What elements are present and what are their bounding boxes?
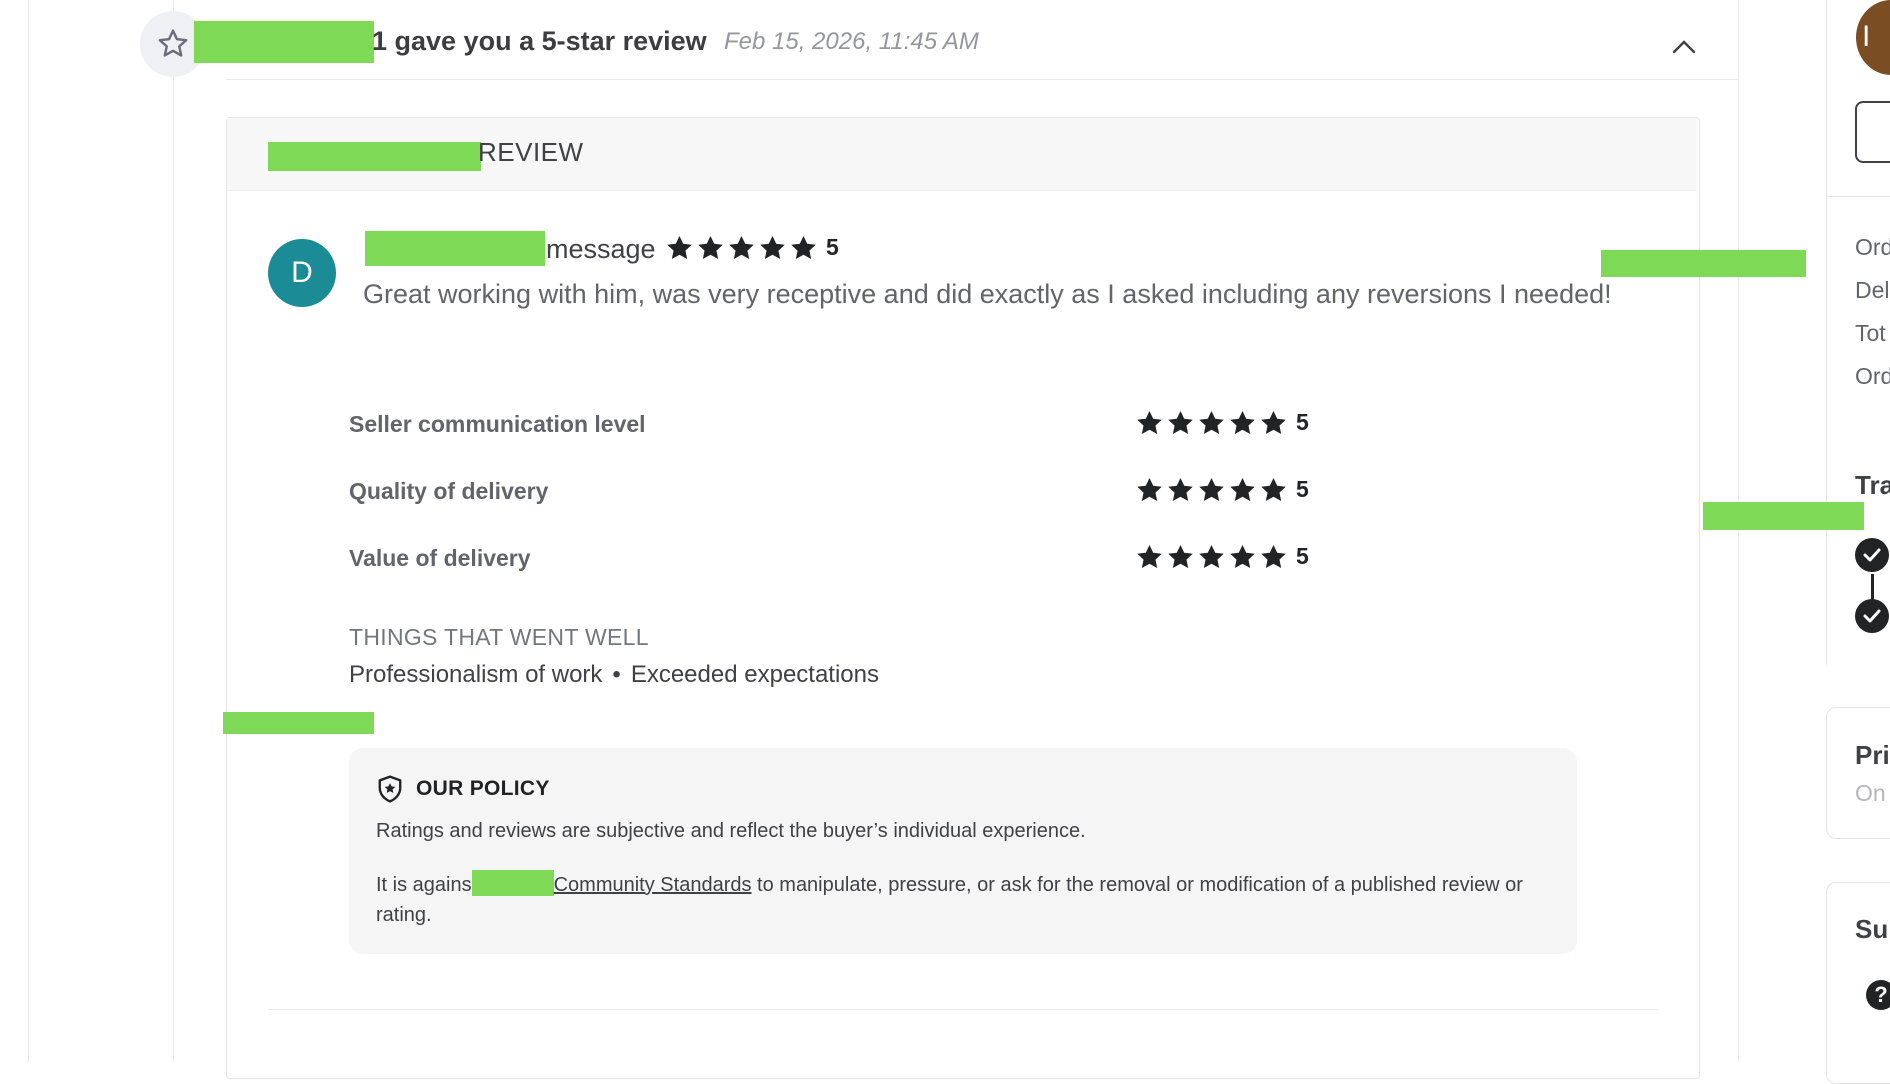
- check-icon: [1855, 599, 1889, 633]
- sidebar-row: Ord: [1855, 363, 1890, 389]
- support-heading: Sup: [1855, 914, 1890, 944]
- went-well-item: Exceeded expectations: [630, 661, 879, 688]
- star-icon: [666, 235, 693, 261]
- seller-avatar: I: [1856, 0, 1890, 75]
- bottom-divider: [268, 1009, 1658, 1010]
- star-icon: [1260, 477, 1287, 503]
- star-icon: [697, 235, 724, 261]
- policy-paragraph-2: It is agains Community Standards to manip…: [376, 870, 1556, 930]
- reviewer-avatar: D: [268, 239, 336, 307]
- reviewer-name: message: [546, 234, 656, 264]
- redacted-label: [223, 712, 374, 734]
- rating-stars-value: 5: [1136, 543, 1309, 570]
- went-well-title: THINGS THAT WENT WELL: [349, 624, 649, 650]
- rating-stars-quality: 5: [1136, 476, 1309, 503]
- rating-stars-communication: 5: [1136, 409, 1309, 436]
- redacted-reviewer-name: [365, 231, 545, 266]
- went-well-item: Professionalism of work: [349, 661, 603, 688]
- star-icon: [1167, 410, 1194, 436]
- star-icon: [1136, 544, 1163, 570]
- sidebar-row: Ord: [1855, 234, 1890, 260]
- policy-title: OUR POLICY: [416, 777, 550, 800]
- redacted-track-label: [1703, 502, 1864, 530]
- star-icon: [1229, 544, 1256, 570]
- policy-paragraph-1: Ratings and reviews are subjective and r…: [376, 820, 1086, 842]
- privacy-heading: Pri: [1855, 740, 1890, 770]
- star-icon: [1260, 544, 1287, 570]
- help-icon[interactable]: ?: [1866, 980, 1890, 1010]
- went-well-items: Professionalism of work • Exceeded expecta…: [349, 661, 879, 689]
- redacted-sidebar-info: [1601, 250, 1806, 277]
- star-icon: [1198, 477, 1225, 503]
- policy-text: It is agains: [376, 874, 472, 896]
- notification-title: 1 gave you a 5-star review: [372, 26, 707, 56]
- privacy-card: [1826, 707, 1890, 839]
- redacted-brand: [471, 870, 554, 896]
- header-divider: [226, 79, 1738, 80]
- content-right-border: [1738, 0, 1739, 1062]
- page-left-border: [28, 0, 29, 1062]
- rating-number: 5: [1296, 409, 1309, 435]
- review-text: Great working with him, was very recepti…: [363, 279, 1612, 309]
- redacted-card-title: [268, 142, 481, 171]
- star-icon: [1229, 477, 1256, 503]
- star-icon: [1198, 410, 1225, 436]
- privacy-subtext: On: [1855, 780, 1886, 806]
- star-icon: [1260, 410, 1287, 436]
- star-icon: [790, 235, 817, 261]
- bullet-separator: •: [612, 661, 621, 688]
- sidebar-divider: [1826, 196, 1890, 197]
- rating-number: 5: [1296, 543, 1309, 569]
- review-rating-number: 5: [826, 234, 839, 260]
- chevron-up-icon[interactable]: [1672, 38, 1696, 59]
- community-standards-link[interactable]: Community Standards: [554, 874, 752, 896]
- star-icon: [1136, 477, 1163, 503]
- sidebar-button[interactable]: [1855, 101, 1890, 163]
- rating-label-value: Value of delivery: [349, 545, 531, 571]
- review-card-title: REVIEW: [478, 137, 584, 167]
- star-icon: [728, 235, 755, 261]
- sidebar-row: Del: [1855, 277, 1890, 303]
- star-icon: [1229, 410, 1256, 436]
- notification-date: Feb 15, 2026, 11:45 AM: [724, 28, 979, 55]
- sidebar-row: Tot: [1855, 320, 1886, 346]
- check-icon: [1855, 538, 1889, 572]
- rating-label-communication: Seller communication level: [349, 411, 646, 437]
- timeline-rail: [173, 0, 174, 1062]
- star-icon: [759, 235, 786, 261]
- star-icon: [1198, 544, 1225, 570]
- star-icon: [1167, 544, 1194, 570]
- star-icon: [1136, 410, 1163, 436]
- shield-star-icon: [377, 775, 403, 808]
- review-star-rating: 5: [666, 234, 839, 261]
- redacted-username: [194, 21, 374, 63]
- rating-label-quality: Quality of delivery: [349, 478, 549, 504]
- star-icon: [1167, 477, 1194, 503]
- sidebar-card-border: [1826, 0, 1827, 665]
- track-heading: Tra: [1855, 470, 1890, 500]
- rating-number: 5: [1296, 476, 1309, 502]
